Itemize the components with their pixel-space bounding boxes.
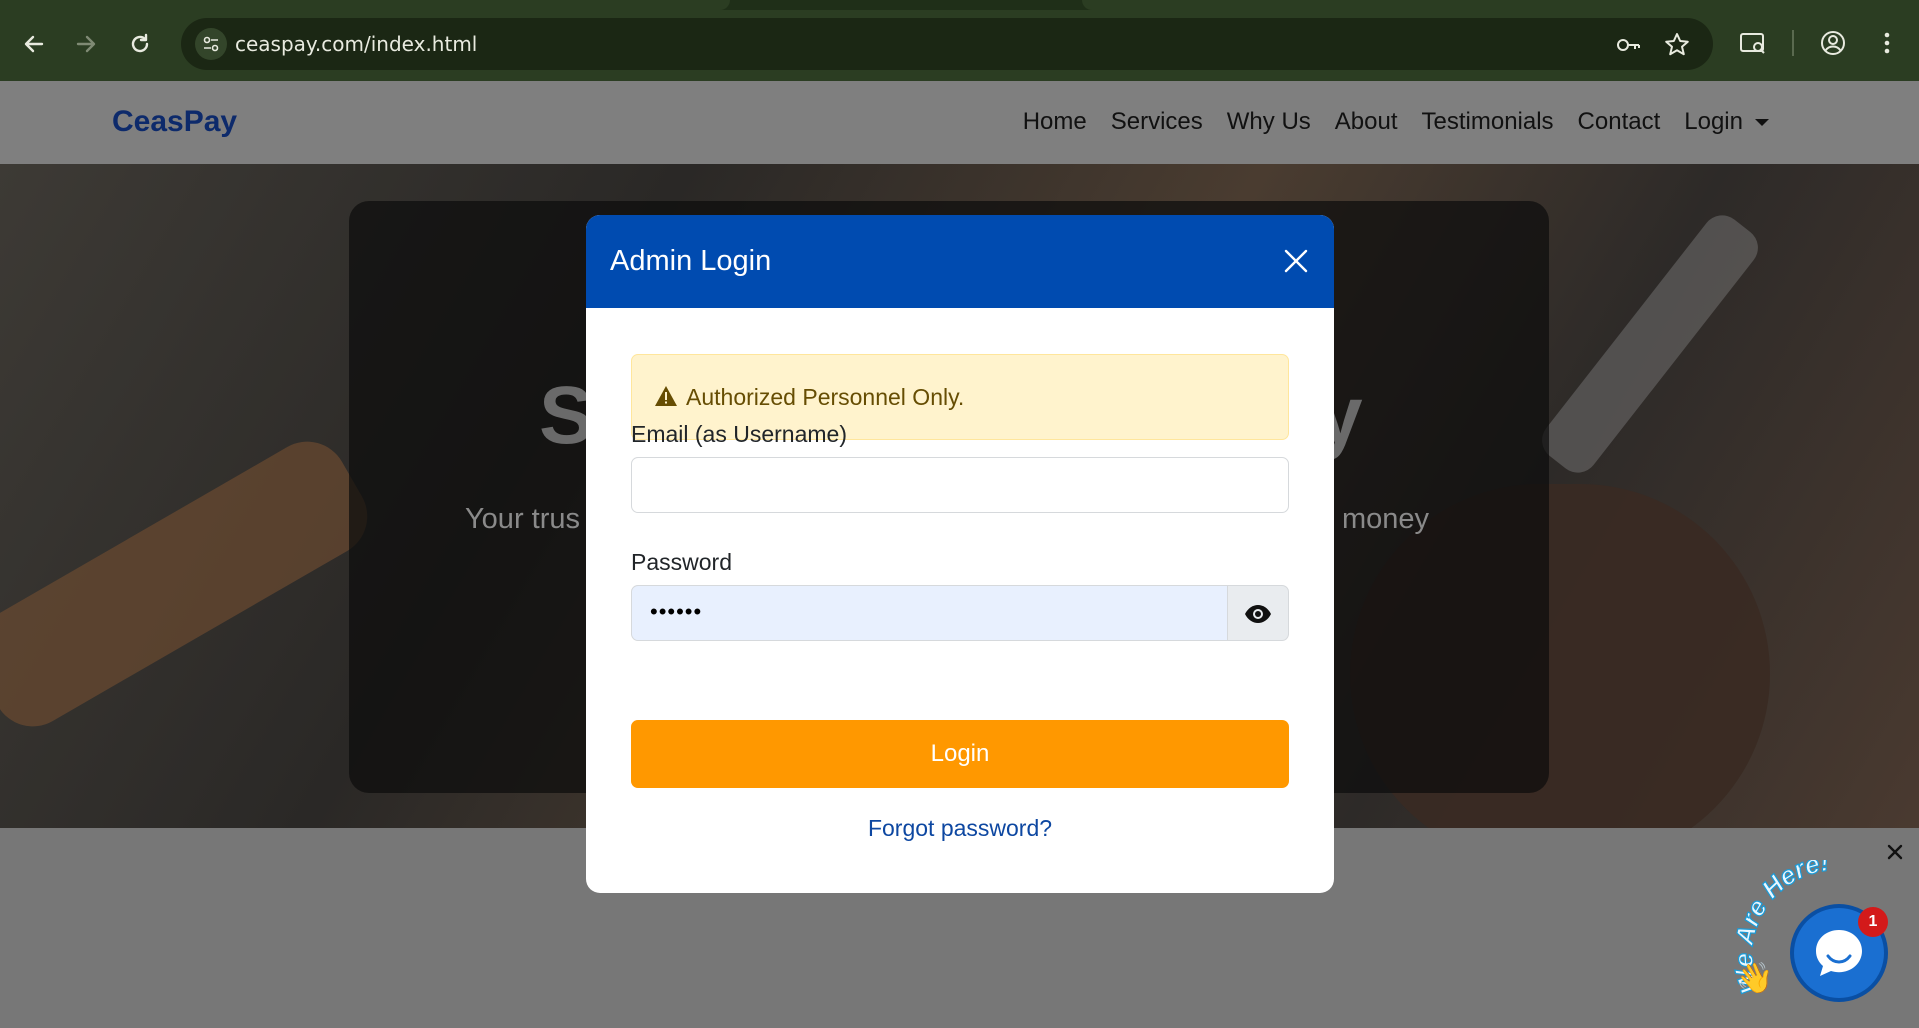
password-label: Password	[631, 549, 732, 575]
tab-strip	[0, 0, 1919, 10]
warning-icon	[654, 385, 678, 412]
tab[interactable]	[1082, 0, 1919, 10]
menu-dots-icon[interactable]	[1870, 26, 1904, 60]
nav-dropdown-login[interactable]: Login	[1684, 108, 1769, 136]
nav-link-about[interactable]: About	[1335, 108, 1398, 136]
password-field[interactable]: ••••••	[631, 585, 1228, 641]
close-icon[interactable]	[1278, 243, 1314, 279]
modal-title: Admin Login	[610, 245, 772, 277]
nav-link-testimonials[interactable]: Testimonials	[1422, 108, 1554, 136]
eye-icon	[1245, 605, 1271, 623]
caret-down-icon	[1755, 119, 1769, 127]
star-icon[interactable]	[1662, 30, 1692, 60]
admin-login-modal: Admin Login Authorized Personnel Only. E…	[586, 215, 1334, 893]
browser-toolbar: ceaspay.com/index.html	[0, 0, 1919, 81]
toolbar-divider	[1792, 30, 1794, 56]
waving-hand-icon: 👋	[1736, 961, 1773, 996]
email-label: Email (as Username)	[631, 421, 847, 447]
modal-header: Admin Login	[586, 215, 1334, 308]
nav-link-home[interactable]: Home	[1023, 108, 1087, 136]
show-password-button[interactable]	[1227, 585, 1289, 641]
tab[interactable]	[0, 0, 730, 10]
alert-text: Authorized Personnel Only.	[686, 384, 965, 410]
chat-widget: We Are Here! 👋 1	[1730, 860, 1919, 1028]
login-button[interactable]: Login	[631, 720, 1289, 788]
nav-link-why-us[interactable]: Why Us	[1227, 108, 1311, 136]
nav-link-services[interactable]: Services	[1111, 108, 1203, 136]
forward-arrow-icon[interactable]	[68, 26, 104, 62]
hero-background-shape	[0, 427, 382, 741]
hero-background-shape	[1534, 207, 1766, 481]
password-value: ••••••	[650, 599, 703, 624]
nav-link-login: Login	[1684, 108, 1743, 135]
url-text[interactable]: ceaspay.com/index.html	[235, 32, 477, 56]
forgot-password-link: Forgot password?	[586, 815, 1334, 842]
key-icon[interactable]	[1613, 30, 1643, 60]
profile-icon[interactable]	[1816, 26, 1850, 60]
brand-logo[interactable]: CeasPay	[112, 105, 237, 139]
forgot-password-text[interactable]: Forgot password?	[868, 815, 1052, 841]
site-settings-icon[interactable]	[195, 28, 227, 60]
back-arrow-icon[interactable]	[16, 26, 52, 62]
nav-link-contact[interactable]: Contact	[1578, 108, 1661, 136]
email-field[interactable]	[631, 457, 1289, 513]
unread-badge: 1	[1858, 907, 1888, 937]
tab-search-icon[interactable]	[1736, 26, 1770, 60]
hero-subtitle-fragment: Your trus	[465, 503, 580, 535]
reload-icon[interactable]	[122, 26, 158, 62]
site-navbar: CeasPay Home Services Why Us About Testi…	[0, 81, 1919, 164]
nav-links: Home Services Why Us About Testimonials …	[999, 108, 1769, 136]
hero-subtitle-fragment: money	[1342, 503, 1430, 535]
address-bar[interactable]: ceaspay.com/index.html	[181, 18, 1713, 70]
